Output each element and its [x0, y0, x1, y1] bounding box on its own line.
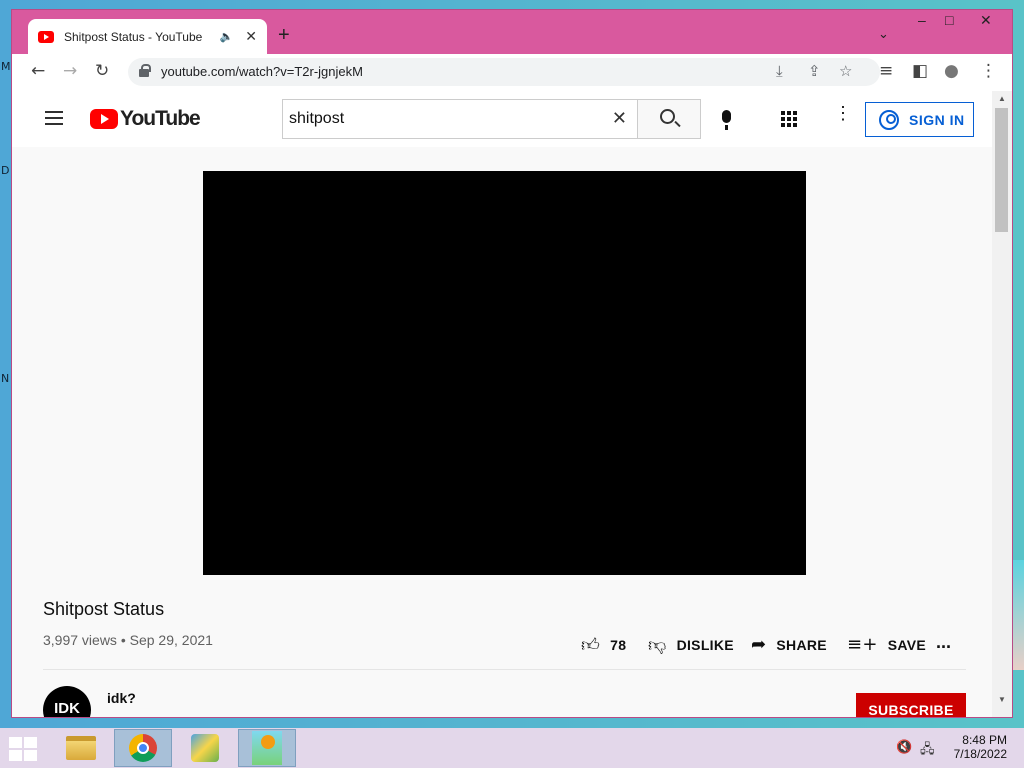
scrollbar-thumb[interactable] — [995, 108, 1008, 232]
browser-window: Shitpost Status - YouTube 🔈 ✕ + ⌄ – □ ✕ … — [11, 9, 1013, 718]
minimize-button[interactable]: – — [918, 12, 926, 28]
view-count: 3,997 views — [43, 632, 117, 648]
save-button[interactable]: ≡+ SAVE — [847, 634, 926, 655]
install-app-icon[interactable]: ⤓ — [776, 62, 783, 80]
character-app-icon — [252, 731, 282, 765]
meta-separator: • — [120, 632, 126, 648]
scroll-up-icon[interactable]: ▲ — [998, 94, 1006, 103]
lock-icon[interactable] — [139, 64, 151, 77]
microphone-icon[interactable] — [722, 110, 731, 130]
subscribe-button[interactable]: SUBSCRIBE — [856, 693, 966, 717]
url-text[interactable]: youtube.com/watch?v=T2r-jgnjekM — [161, 64, 363, 79]
window-close-button[interactable]: ✕ — [980, 12, 992, 29]
bookmark-star-icon[interactable]: ☆ — [839, 62, 852, 80]
paint-icon — [191, 734, 219, 762]
tab-youtube[interactable]: Shitpost Status - YouTube 🔈 ✕ — [28, 19, 267, 54]
settings-kebab-icon[interactable]: ⋮ — [834, 104, 852, 122]
hamburger-menu-icon[interactable] — [45, 111, 63, 125]
save-label: SAVE — [887, 636, 927, 653]
like-button[interactable]: 👍︎ 78 — [581, 634, 626, 656]
chrome-icon — [129, 734, 157, 762]
page-scrollbar[interactable]: ▲ ▼ — [992, 91, 1012, 717]
apps-grid-icon[interactable] — [781, 111, 797, 127]
youtube-play-icon — [90, 109, 118, 129]
dislike-label: DISLIKE — [676, 637, 734, 653]
sign-in-label: SIGN IN — [909, 111, 965, 128]
tab-close-icon[interactable]: ✕ — [245, 28, 257, 45]
video-title: Shitpost Status — [43, 599, 165, 619]
page-viewport: YouTube shitpost ✕ ⋮ SIGN IN Shitpost St… — [12, 91, 1012, 717]
youtube-logo[interactable]: YouTube — [90, 107, 201, 131]
taskbar-chrome[interactable] — [114, 729, 172, 767]
thumbs-down-icon: 👎︎ — [648, 635, 667, 656]
video-player[interactable] — [203, 171, 806, 575]
share-arrow-icon: ➦ — [751, 634, 767, 655]
divider — [43, 669, 966, 670]
new-tab-button[interactable]: + — [278, 24, 290, 47]
clock-date: 7/18/2022 — [953, 747, 1007, 761]
taskbar: 🔇 🖧 8:48 PM 7/18/2022 — [0, 728, 1024, 768]
forward-arrow-icon[interactable]: → — [63, 61, 77, 81]
scroll-down-icon[interactable]: ▼ — [998, 695, 1006, 704]
browser-toolbar: ← → ↻ youtube.com/watch?v=T2r-jgnjekM ⤓ … — [12, 54, 1012, 91]
side-panel-icon[interactable]: ◧ — [912, 61, 928, 81]
tab-title: Shitpost Status - YouTube — [64, 29, 203, 44]
windows-start-icon[interactable] — [9, 737, 37, 761]
desktop-icon-label-fragment: D — [1, 164, 10, 177]
profile-avatar-icon[interactable]: ● — [944, 61, 959, 81]
address-bar[interactable]: youtube.com/watch?v=T2r-jgnjekM ⤓ ⇪ ☆ — [128, 58, 880, 86]
browser-menu-icon[interactable]: ⋮ — [980, 61, 997, 81]
desktop-icon-label-fragment: N — [1, 372, 10, 385]
system-clock[interactable]: 8:48 PM 7/18/2022 — [945, 733, 1007, 761]
youtube-favicon-icon — [38, 30, 54, 43]
tab-strip: Shitpost Status - YouTube 🔈 ✕ + ⌄ – □ ✕ — [12, 10, 1012, 54]
volume-muted-icon[interactable]: 🔇 — [896, 740, 912, 755]
account-circle-icon — [879, 109, 899, 130]
taskbar-paint[interactable] — [176, 729, 234, 767]
channel-name[interactable]: idk? — [107, 690, 136, 706]
share-page-icon[interactable]: ⇪ — [808, 62, 821, 80]
search-query[interactable]: shitpost — [289, 110, 344, 128]
playlist-add-icon: ≡+ — [847, 634, 878, 655]
share-label: SHARE — [776, 636, 827, 653]
desktop-edge — [1012, 560, 1024, 670]
share-button[interactable]: ➦ SHARE — [751, 634, 827, 655]
back-arrow-icon[interactable]: ← — [31, 61, 45, 81]
search-input[interactable]: shitpost ✕ — [282, 99, 638, 139]
upload-date: Sep 29, 2021 — [129, 632, 213, 648]
dislike-button[interactable]: 👎︎ DISLIKE — [648, 634, 734, 656]
speaker-icon[interactable]: 🔈 — [220, 30, 234, 43]
video-meta: 3,997 views • Sep 29, 2021 — [43, 632, 213, 648]
media-controls-icon[interactable]: ≡ — [879, 61, 893, 81]
desktop-icon-label-fragment: M — [1, 60, 11, 73]
network-icon[interactable]: 🖧 — [920, 740, 935, 762]
sign-in-button[interactable]: SIGN IN — [865, 102, 974, 137]
clear-search-icon[interactable]: ✕ — [612, 108, 627, 129]
channel-avatar[interactable]: IDK — [43, 686, 91, 717]
more-actions-icon[interactable]: ... — [936, 632, 951, 653]
thumbs-up-icon: 👍︎ — [581, 635, 601, 656]
clock-time: 8:48 PM — [962, 733, 1007, 747]
reload-icon[interactable]: ↻ — [95, 61, 109, 81]
folder-icon — [66, 736, 96, 760]
maximize-button[interactable]: □ — [945, 12, 953, 28]
search-button[interactable] — [637, 99, 701, 139]
search-icon — [660, 109, 675, 124]
youtube-logo-text: YouTube — [120, 107, 201, 130]
like-count: 78 — [610, 637, 627, 653]
taskbar-file-explorer[interactable] — [52, 729, 110, 767]
tab-search-chevron-icon[interactable]: ⌄ — [878, 26, 889, 42]
youtube-header: YouTube shitpost ✕ ⋮ SIGN IN — [12, 91, 992, 147]
taskbar-app-character[interactable] — [238, 729, 296, 767]
